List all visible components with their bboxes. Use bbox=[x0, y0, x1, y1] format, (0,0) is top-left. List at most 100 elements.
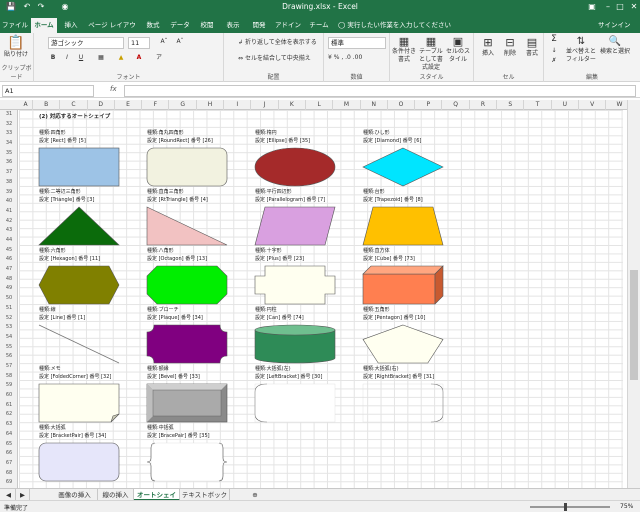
clear-icon[interactable]: ✗ bbox=[548, 57, 560, 65]
tab-home[interactable]: ホーム bbox=[31, 18, 57, 33]
format-as-table-button[interactable]: ▦ テーブルとして書式設定 bbox=[418, 36, 444, 72]
tab-review[interactable]: 校閲 bbox=[196, 18, 218, 33]
name-box[interactable]: A1 bbox=[2, 85, 94, 97]
shape-parallelogram[interactable] bbox=[254, 206, 336, 246]
vertical-scrollbar[interactable] bbox=[627, 100, 640, 488]
row-header[interactable]: 66 bbox=[0, 449, 18, 459]
row-header[interactable]: 32 bbox=[0, 120, 18, 130]
row-header[interactable]: 50 bbox=[0, 294, 18, 304]
row-header[interactable]: 68 bbox=[0, 469, 18, 479]
tab-view[interactable]: 表示 bbox=[222, 18, 244, 33]
tell-me-search[interactable]: ◯ 実行したい作業を入力してください bbox=[338, 19, 451, 31]
column-header-u[interactable]: U bbox=[552, 100, 579, 110]
tab-insert[interactable]: 挿入 bbox=[60, 18, 82, 33]
shape-can[interactable] bbox=[254, 324, 336, 364]
row-header[interactable]: 53 bbox=[0, 323, 18, 333]
shape-plaque[interactable] bbox=[146, 324, 228, 364]
column-header-v[interactable]: V bbox=[579, 100, 607, 110]
cell-styles-button[interactable]: ▣ セルのスタイル bbox=[446, 36, 470, 64]
delete-cells-button[interactable]: ⊟ 削除 bbox=[500, 36, 520, 58]
tab-addins[interactable]: アドイン bbox=[274, 18, 302, 33]
row-header[interactable]: 46 bbox=[0, 255, 18, 265]
shape-bevel[interactable] bbox=[146, 383, 228, 423]
format-cells-button[interactable]: ▤ 書式 bbox=[522, 36, 542, 58]
underline-button[interactable]: U bbox=[76, 54, 86, 62]
column-header-e[interactable]: E bbox=[115, 100, 143, 110]
row-header[interactable]: 55 bbox=[0, 343, 18, 353]
column-header-n[interactable]: N bbox=[361, 100, 388, 110]
shape-octagon[interactable] bbox=[146, 265, 228, 305]
undo-icon[interactable]: ↶ bbox=[22, 2, 32, 12]
column-header-g[interactable]: G bbox=[170, 100, 197, 110]
column-header-h[interactable]: H bbox=[197, 100, 225, 110]
zoom-knob[interactable] bbox=[564, 503, 567, 511]
tab-page-layout[interactable]: ページ レイアウト bbox=[86, 18, 138, 44]
row-header[interactable]: 64 bbox=[0, 430, 18, 440]
row-header[interactable]: 59 bbox=[0, 381, 18, 391]
row-header[interactable]: 65 bbox=[0, 440, 18, 450]
scroll-thumb[interactable] bbox=[630, 270, 638, 380]
row-header[interactable]: 34 bbox=[0, 139, 18, 149]
column-header-f[interactable]: F bbox=[142, 100, 170, 110]
italic-button[interactable]: I bbox=[62, 54, 72, 62]
merge-center-button[interactable]: ⇔ セルを結合して中央揃え bbox=[238, 55, 328, 63]
row-header[interactable]: 51 bbox=[0, 304, 18, 314]
row-header[interactable]: 44 bbox=[0, 236, 18, 246]
tab-file[interactable]: ファイル bbox=[2, 18, 28, 33]
find-select-button[interactable]: 🔍 検索と選択 bbox=[600, 36, 630, 56]
row-header[interactable]: 60 bbox=[0, 391, 18, 401]
camera-icon[interactable]: ◉ bbox=[60, 2, 70, 12]
number-format-select[interactable]: 標準 bbox=[328, 37, 386, 49]
row-header[interactable]: 33 bbox=[0, 129, 18, 139]
bold-button[interactable]: B bbox=[48, 54, 58, 62]
row-header[interactable]: 40 bbox=[0, 197, 18, 207]
font-color-icon[interactable]: A bbox=[132, 54, 146, 62]
row-header[interactable]: 38 bbox=[0, 178, 18, 188]
tab-data[interactable]: データ bbox=[168, 18, 192, 33]
signin-link[interactable]: サインイン bbox=[598, 19, 631, 29]
column-header-a[interactable]: A bbox=[19, 100, 33, 110]
row-header[interactable]: 47 bbox=[0, 265, 18, 275]
shape-bracepair[interactable] bbox=[146, 442, 228, 482]
sort-filter-button[interactable]: ⇅ 並べ替えとフィルター bbox=[564, 36, 598, 64]
row-header[interactable]: 42 bbox=[0, 217, 18, 227]
paste-button[interactable]: 📋 貼り付け bbox=[3, 35, 29, 59]
shape-cube[interactable] bbox=[362, 265, 444, 305]
row-header[interactable]: 69 bbox=[0, 478, 18, 488]
row-header[interactable]: 61 bbox=[0, 401, 18, 411]
shape-plus[interactable] bbox=[254, 265, 336, 305]
font-name-select[interactable]: 游ゴシック bbox=[48, 37, 124, 49]
column-header-l[interactable]: L bbox=[306, 100, 334, 110]
shape-ellipse[interactable] bbox=[254, 147, 336, 187]
row-header[interactable]: 58 bbox=[0, 372, 18, 382]
shape-pentagon[interactable] bbox=[362, 324, 444, 364]
row-header[interactable]: 35 bbox=[0, 149, 18, 159]
shape-foldedcorner[interactable] bbox=[38, 383, 120, 423]
row-header[interactable]: 37 bbox=[0, 168, 18, 178]
phonetic-icon[interactable]: ア bbox=[152, 54, 166, 62]
row-header[interactable]: 31 bbox=[0, 110, 18, 120]
save-icon[interactable]: 💾 bbox=[6, 2, 16, 12]
shape-leftbracket[interactable] bbox=[254, 383, 336, 423]
row-header[interactable]: 45 bbox=[0, 246, 18, 256]
row-header[interactable]: 57 bbox=[0, 362, 18, 372]
zoom-level[interactable]: 75% bbox=[620, 503, 633, 510]
shape-triangle[interactable] bbox=[38, 206, 120, 246]
column-header-t[interactable]: T bbox=[524, 100, 552, 110]
column-header-c[interactable]: C bbox=[60, 100, 88, 110]
fill-icon[interactable]: ↓ bbox=[548, 47, 560, 55]
tab-team[interactable]: チーム bbox=[306, 18, 332, 33]
tab-developer[interactable]: 開発 bbox=[248, 18, 270, 33]
close-icon[interactable]: ✕ bbox=[626, 1, 640, 13]
shape-diamond[interactable] bbox=[362, 147, 444, 187]
shape-bracketpair[interactable] bbox=[38, 442, 120, 482]
column-header-s[interactable]: S bbox=[497, 100, 525, 110]
row-header[interactable]: 48 bbox=[0, 275, 18, 285]
row-header[interactable]: 54 bbox=[0, 333, 18, 343]
fill-color-icon[interactable]: ▲ bbox=[114, 54, 128, 62]
font-size-select[interactable]: 11 bbox=[128, 37, 150, 49]
row-header[interactable]: 49 bbox=[0, 284, 18, 294]
shape-trapezoid[interactable] bbox=[362, 206, 444, 246]
column-header-b[interactable]: B bbox=[33, 100, 61, 110]
column-header-q[interactable]: Q bbox=[443, 100, 470, 110]
